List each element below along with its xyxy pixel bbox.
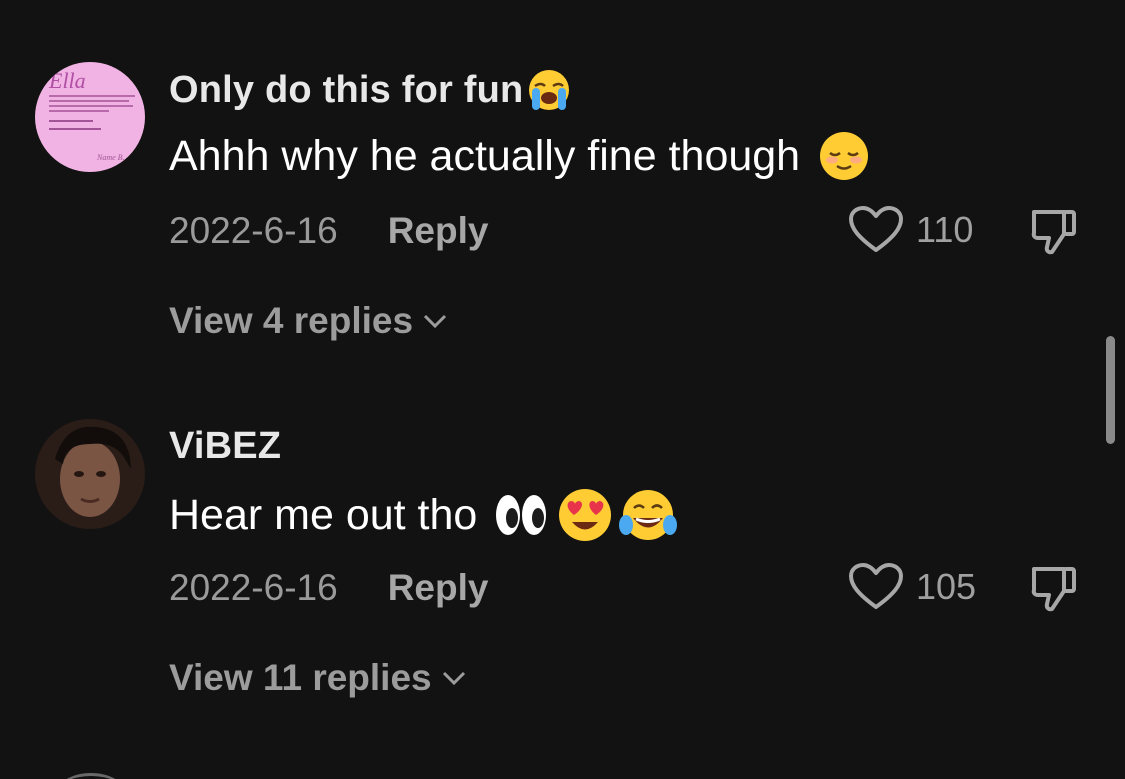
dislike-button[interactable]	[1028, 206, 1080, 258]
dislike-button[interactable]	[1028, 563, 1080, 615]
username-text[interactable]: Only do this for fun	[169, 69, 523, 112]
reply-button[interactable]: Reply	[388, 210, 489, 252]
avatar-title: Ella	[48, 68, 86, 93]
tears-of-joy-emoji	[619, 487, 678, 543]
like-count: 110	[916, 209, 974, 250]
avatar-image: Ella Name B.	[35, 62, 145, 172]
comment-date: 2022-6-16	[169, 210, 338, 251]
comment-username[interactable]: Only do this for fun	[169, 68, 571, 112]
chevron-down-icon	[424, 314, 447, 328]
view-replies-button[interactable]: View 11 replies	[169, 657, 466, 699]
comment-date: 2022-6-16	[169, 567, 338, 608]
scrollbar[interactable]	[1106, 336, 1115, 444]
chevron-down-icon	[442, 671, 465, 685]
next-comment-avatar	[56, 773, 126, 779]
view-replies-button[interactable]: View 4 replies	[169, 300, 447, 342]
comments-panel: Ella Name B. Only do this for fun Ahhh w…	[0, 0, 1125, 779]
comment-meta: 2022-6-16 Reply	[169, 567, 488, 609]
comment-meta: 2022-6-16 Reply	[169, 210, 488, 252]
comment-username[interactable]: ViBEZ	[169, 425, 281, 468]
heart-eyes-emoji	[557, 487, 613, 543]
like-button[interactable]: 105	[848, 562, 976, 612]
relieved-face-emoji	[818, 130, 870, 182]
avatar[interactable]	[35, 419, 145, 529]
thumbs-down-icon	[1031, 567, 1076, 612]
heart-icon	[849, 563, 903, 609]
comment-text: Hear me out tho	[169, 487, 678, 543]
like-count: 105	[916, 566, 977, 607]
username-text[interactable]: ViBEZ	[169, 425, 281, 468]
comment-text-body: Ahhh why he actually fine though	[169, 131, 801, 180]
heart-icon	[849, 206, 903, 252]
loudly-crying-face-emoji	[527, 68, 571, 112]
like-button[interactable]: 110	[848, 205, 973, 255]
view-replies-label[interactable]: View 4 replies	[169, 300, 413, 342]
avatar-signature: Name B.	[96, 153, 125, 162]
comment-text-body: Hear me out tho	[169, 490, 478, 539]
view-replies-label[interactable]: View 11 replies	[169, 657, 432, 699]
avatar-image	[35, 419, 145, 529]
comment-text: Ahhh why he actually fine though	[169, 130, 870, 182]
reply-button[interactable]: Reply	[388, 567, 489, 609]
eyes-emoji	[493, 490, 549, 540]
avatar[interactable]: Ella Name B.	[35, 62, 145, 172]
thumbs-down-icon	[1031, 210, 1076, 255]
